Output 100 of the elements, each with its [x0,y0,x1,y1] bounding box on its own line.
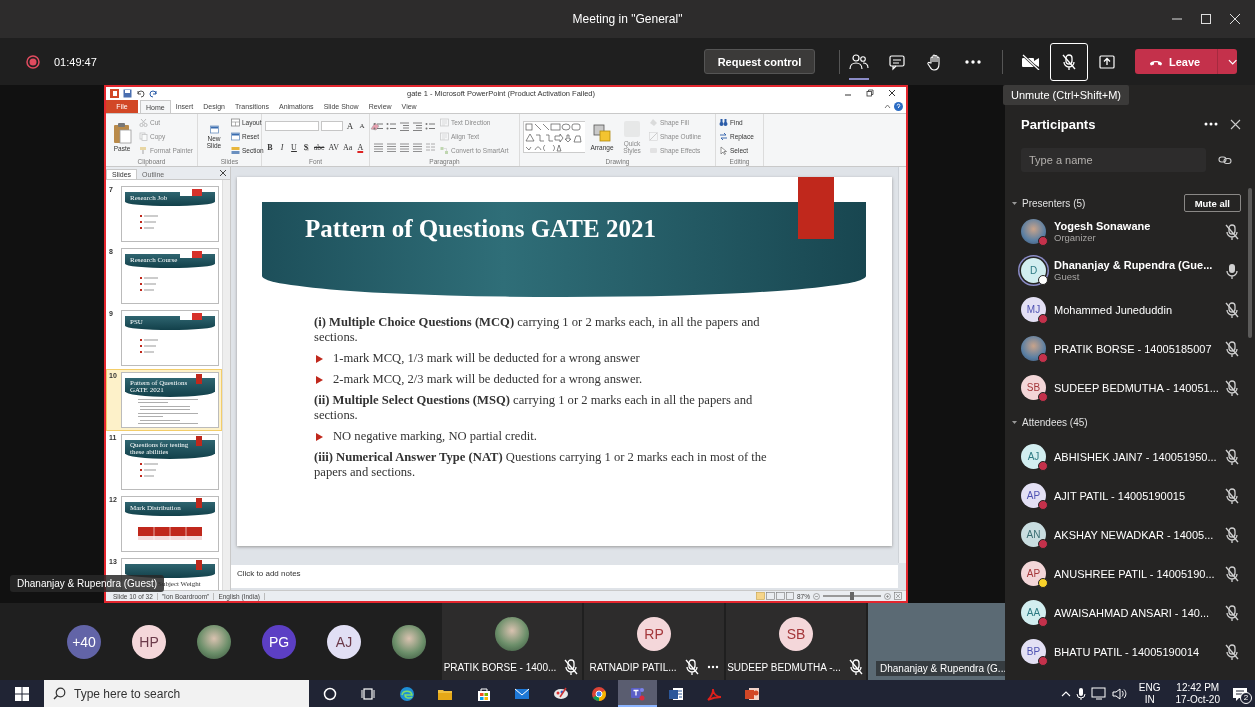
mic-off-icon[interactable] [1223,447,1241,466]
indent-icon[interactable] [412,121,423,131]
mic-icon[interactable] [1223,261,1241,280]
more-icon[interactable] [706,665,719,669]
participant-tile[interactable]: SB SUDEEP BEDMUTHA -... [726,603,866,680]
windows-logo-icon[interactable] [15,686,29,701]
participant-tile[interactable]: RP RATNADIP PATIL... [584,603,724,680]
camera-off-icon[interactable] [1021,53,1041,70]
redo-icon[interactable] [149,88,158,98]
list-icon[interactable] [386,121,397,131]
list-icon[interactable] [425,121,436,131]
participant-name[interactable]: AJIT PATIL - 14005190015 [1054,489,1215,502]
scrollbar[interactable] [1248,188,1252,338]
restore-icon[interactable] [866,89,874,97]
avatar[interactable]: +40 [67,624,101,659]
link-icon[interactable] [1218,155,1232,165]
participant-name[interactable]: AKSHAY NEWADKAR - 14005... [1054,528,1215,541]
close-icon[interactable] [1227,11,1243,27]
people-icon[interactable] [849,52,869,71]
browser-icon[interactable] [397,684,416,703]
mic-off-icon[interactable] [1223,525,1241,544]
avatar-photo[interactable] [197,624,231,659]
scrollbar[interactable] [222,180,230,590]
scrollbar[interactable] [898,167,906,563]
slide-title: Pattern of Questions GATE 2021 [305,215,656,243]
mic-off-icon[interactable] [1223,642,1241,661]
participant-name[interactable]: Dhananjay & Rupendra (Gue... [1054,259,1215,271]
font-size-field[interactable] [321,121,343,132]
clock-time[interactable]: 12:42 PM [1176,681,1220,694]
chat-icon[interactable] [888,52,906,71]
align-icon[interactable] [386,142,397,152]
mute-all-button[interactable]: Mute all [1183,194,1241,212]
bullet-icon [316,354,323,363]
avatar[interactable]: PG [262,624,296,659]
more-icon[interactable] [964,58,982,65]
participant-name[interactable]: BHATU PATIL - 14005190014 [1054,645,1215,658]
mic-off-icon[interactable] [1223,300,1241,319]
align-icon[interactable] [412,142,423,152]
caret-icon[interactable] [1227,58,1237,65]
caret-icon[interactable] [1011,200,1018,206]
search-field[interactable]: Type here to search [44,680,309,707]
align-icon[interactable] [373,142,384,152]
participant-tile[interactable]: PRATIK BORSE - 1400... [442,603,582,680]
indent-icon[interactable] [399,121,410,131]
clock-date[interactable]: 17-Oct-20 [1175,693,1220,706]
more-icon[interactable] [1204,122,1218,126]
format-button[interactable]: A [345,121,355,132]
mic-off-icon[interactable] [1223,222,1241,241]
mic-off-icon[interactable] [1223,378,1241,397]
eraser-icon[interactable] [369,121,380,131]
shapes-gallery-icon[interactable] [523,120,585,153]
undo-icon[interactable] [136,88,145,98]
font-name-field[interactable] [265,121,319,132]
avatar-photo [495,617,529,651]
participant-name[interactable]: Mohammed Juneduddin [1054,303,1215,316]
search-field[interactable]: Type a name [1021,148,1206,172]
request-control-button[interactable]: Request control [704,49,815,74]
avatar[interactable]: AJ [327,624,361,659]
format-button[interactable]: I [277,142,287,152]
format-button[interactable]: B [265,142,275,152]
format-button[interactable]: Aa [341,142,354,152]
mic-off-icon[interactable] [1223,486,1241,505]
participant-name[interactable]: PRATIK BORSE - 14005185007 [1054,342,1215,355]
list-icon[interactable] [373,121,384,131]
save-icon[interactable] [123,88,132,98]
participant-name[interactable]: AWAISAHMAD ANSARI - 140... [1054,606,1215,619]
minimize-ribbon-icon[interactable] [884,102,891,110]
chevron-up-icon[interactable] [1060,690,1071,697]
keyboard-language[interactable]: ENG [1138,681,1161,694]
notes-field[interactable]: Click to add notes [231,565,898,588]
align-icon[interactable] [399,142,410,152]
caret-icon[interactable] [1011,419,1018,425]
mic-off-icon[interactable] [1223,564,1241,583]
speaker-icon[interactable] [1111,687,1128,700]
format-button[interactable]: AV [327,142,340,152]
search-icon [53,687,66,700]
avatar-photo[interactable] [392,624,426,659]
keyboard-region[interactable]: IN [1144,693,1155,706]
share-icon[interactable] [1098,52,1116,71]
format-button[interactable]: U [289,142,299,152]
network-icon[interactable] [1090,687,1107,700]
mic-off-icon[interactable] [1060,52,1078,71]
participant-name[interactable]: Yogesh Sonawane [1054,220,1215,232]
format-button[interactable]: A [355,142,366,152]
mic-off-icon[interactable] [1223,603,1241,622]
mic-off-icon[interactable] [1223,339,1241,358]
help-icon[interactable] [894,101,903,111]
maximize-icon[interactable] [1198,11,1214,27]
format-button[interactable]: S [301,142,311,152]
close-icon[interactable] [888,89,896,97]
zoom-slider-thumb[interactable] [850,592,854,600]
participant-name[interactable]: ANUSHREE PATIL - 14005190... [1054,567,1215,580]
layout-icon [231,118,240,127]
leave-button[interactable]: Leave [1135,49,1237,74]
avatar[interactable]: HP [132,624,166,659]
window-title: Meeting in "General" [572,12,683,26]
mic-icon[interactable] [1075,686,1086,701]
participant-name[interactable]: ABHISHEK JAIN7 - 140051950... [1054,450,1215,463]
close-icon[interactable] [219,169,227,177]
chrome-icon[interactable] [589,684,608,703]
